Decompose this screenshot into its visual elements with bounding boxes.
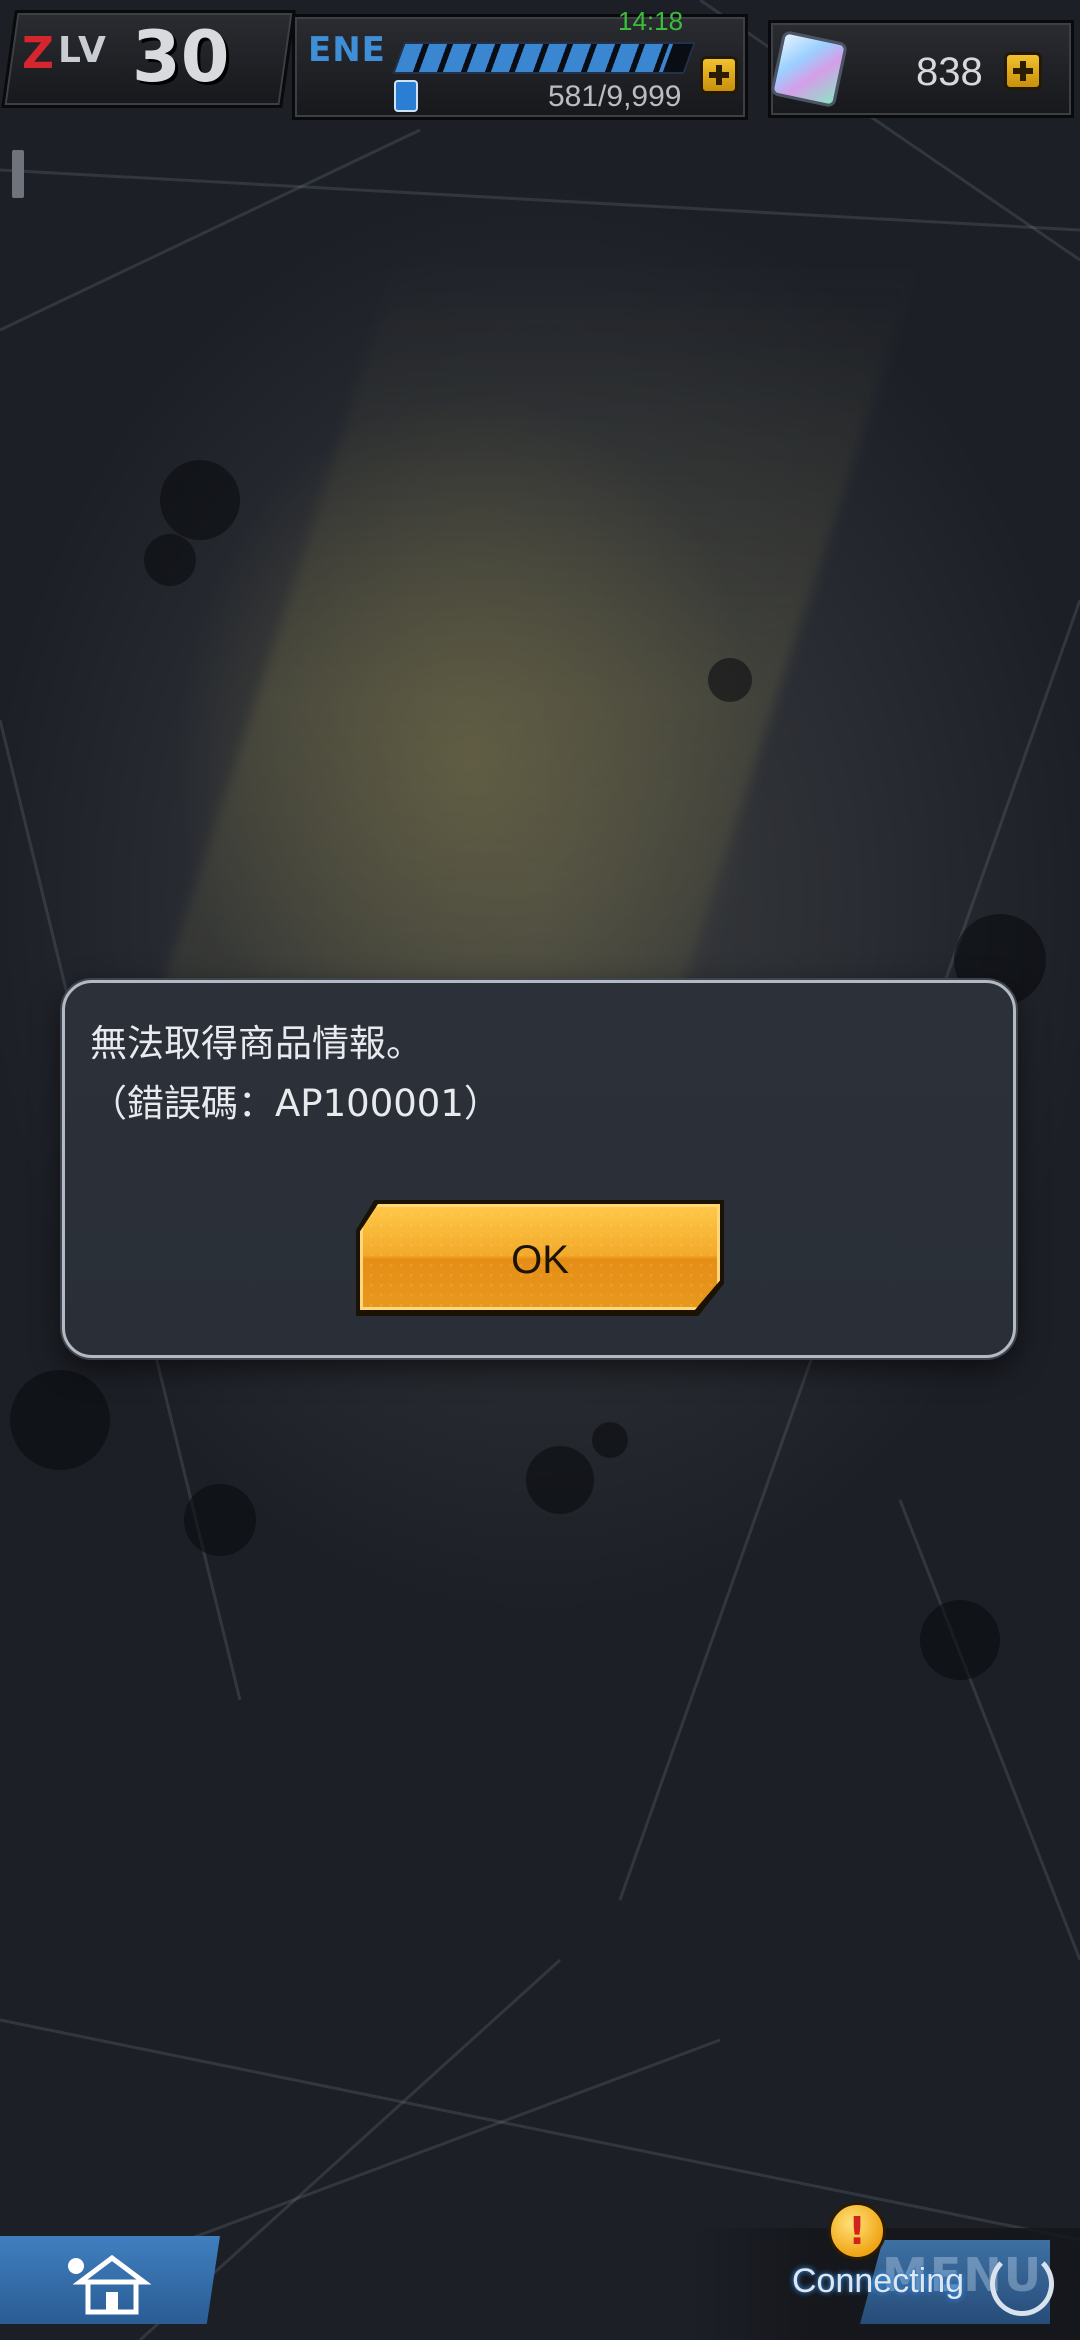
game-screen: Z LV 30 14:18 ENE 581/9,999 838 無法取得商品情報…: [0, 0, 1080, 2340]
energy-bar: [392, 42, 696, 74]
energy-value: 581/9,999: [548, 80, 682, 113]
add-energy-button[interactable]: [700, 56, 738, 94]
side-handle[interactable]: [12, 150, 24, 198]
energy-bar-fill: [394, 44, 673, 72]
alert-mark: !: [848, 2209, 866, 2253]
status-clock: 14:18: [618, 6, 684, 36]
home-icon: [68, 2254, 152, 2315]
ok-button-label: OK: [511, 1238, 569, 1282]
ok-button[interactable]: OK: [356, 1200, 724, 1316]
level-z-mark: Z: [22, 28, 54, 79]
energy-can-icon: [394, 80, 418, 112]
connecting-status: Connecting: [792, 2262, 965, 2300]
gem-value: 838: [916, 50, 983, 94]
add-gems-button[interactable]: [1004, 52, 1042, 90]
level-label: LV: [58, 30, 108, 71]
alert-icon: !: [828, 2202, 886, 2260]
error-message: 無法取得商品情報。 （錯誤碼：AP100001）: [90, 1014, 970, 1134]
gem-icon: [769, 29, 849, 109]
energy-label: ENE: [308, 30, 386, 70]
error-code-line: （錯誤碼：AP100001）: [90, 1082, 501, 1125]
error-message-line: 無法取得商品情報。: [90, 1022, 423, 1065]
spinner-icon: [990, 2252, 1054, 2316]
top-hud: Z LV 30 14:18 ENE 581/9,999 838: [0, 0, 1080, 130]
level-value: 30: [132, 16, 230, 98]
